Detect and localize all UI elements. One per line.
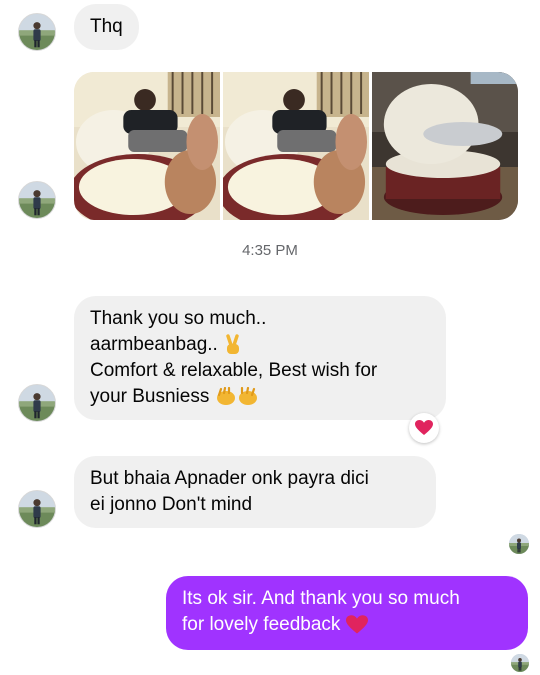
message-line: Comfort & relaxable, Best wish for [90, 360, 378, 381]
victory-hand-icon [226, 334, 240, 354]
photo-thumbnail-1[interactable] [74, 72, 220, 220]
message-line: aarmbeanbag.. [90, 332, 430, 358]
message-line: your Busniess [90, 384, 430, 410]
red-heart-icon [415, 420, 433, 435]
message-line: for lovely feedback [182, 612, 512, 638]
open-hands-icon [216, 386, 257, 405]
contact-avatar[interactable] [18, 13, 56, 51]
message-bubble-outgoing[interactable]: Its ok sir. And thank you so much for lo… [166, 576, 528, 650]
seen-indicator-avatar [509, 534, 529, 554]
message-bubble-incoming[interactable]: Thank you so much.. aarmbeanbag.. Comfor… [74, 296, 446, 420]
message-line: But bhaia Apnader onk payra dici [90, 468, 369, 489]
heart-reaction[interactable] [409, 413, 439, 443]
contact-avatar[interactable] [18, 384, 56, 422]
message-bubble-incoming[interactable]: Thq [74, 4, 139, 50]
message-line-text: aarmbeanbag.. [90, 334, 218, 355]
message-line-text: for lovely feedback [182, 614, 341, 635]
message-line: Thank you so much.. [90, 308, 267, 329]
photo-thumbnail-3[interactable] [372, 72, 518, 220]
contact-avatar[interactable] [18, 490, 56, 528]
red-heart-icon [345, 615, 368, 634]
message-line: Its ok sir. And thank you so much [182, 588, 460, 609]
message-line-text: your Busniess [90, 386, 210, 407]
message-timestamp: 4:35 PM [242, 242, 298, 259]
photo-thumbnail-2[interactable] [223, 72, 369, 220]
message-bubble-incoming[interactable]: But bhaia Apnader onk payra dici ei jonn… [74, 456, 436, 528]
contact-avatar[interactable] [18, 181, 56, 219]
message-line: ei jonno Don't mind [90, 494, 253, 515]
message-text: Thq [90, 16, 123, 37]
photo-attachment-group[interactable] [74, 72, 518, 220]
seen-indicator-avatar [511, 654, 529, 672]
